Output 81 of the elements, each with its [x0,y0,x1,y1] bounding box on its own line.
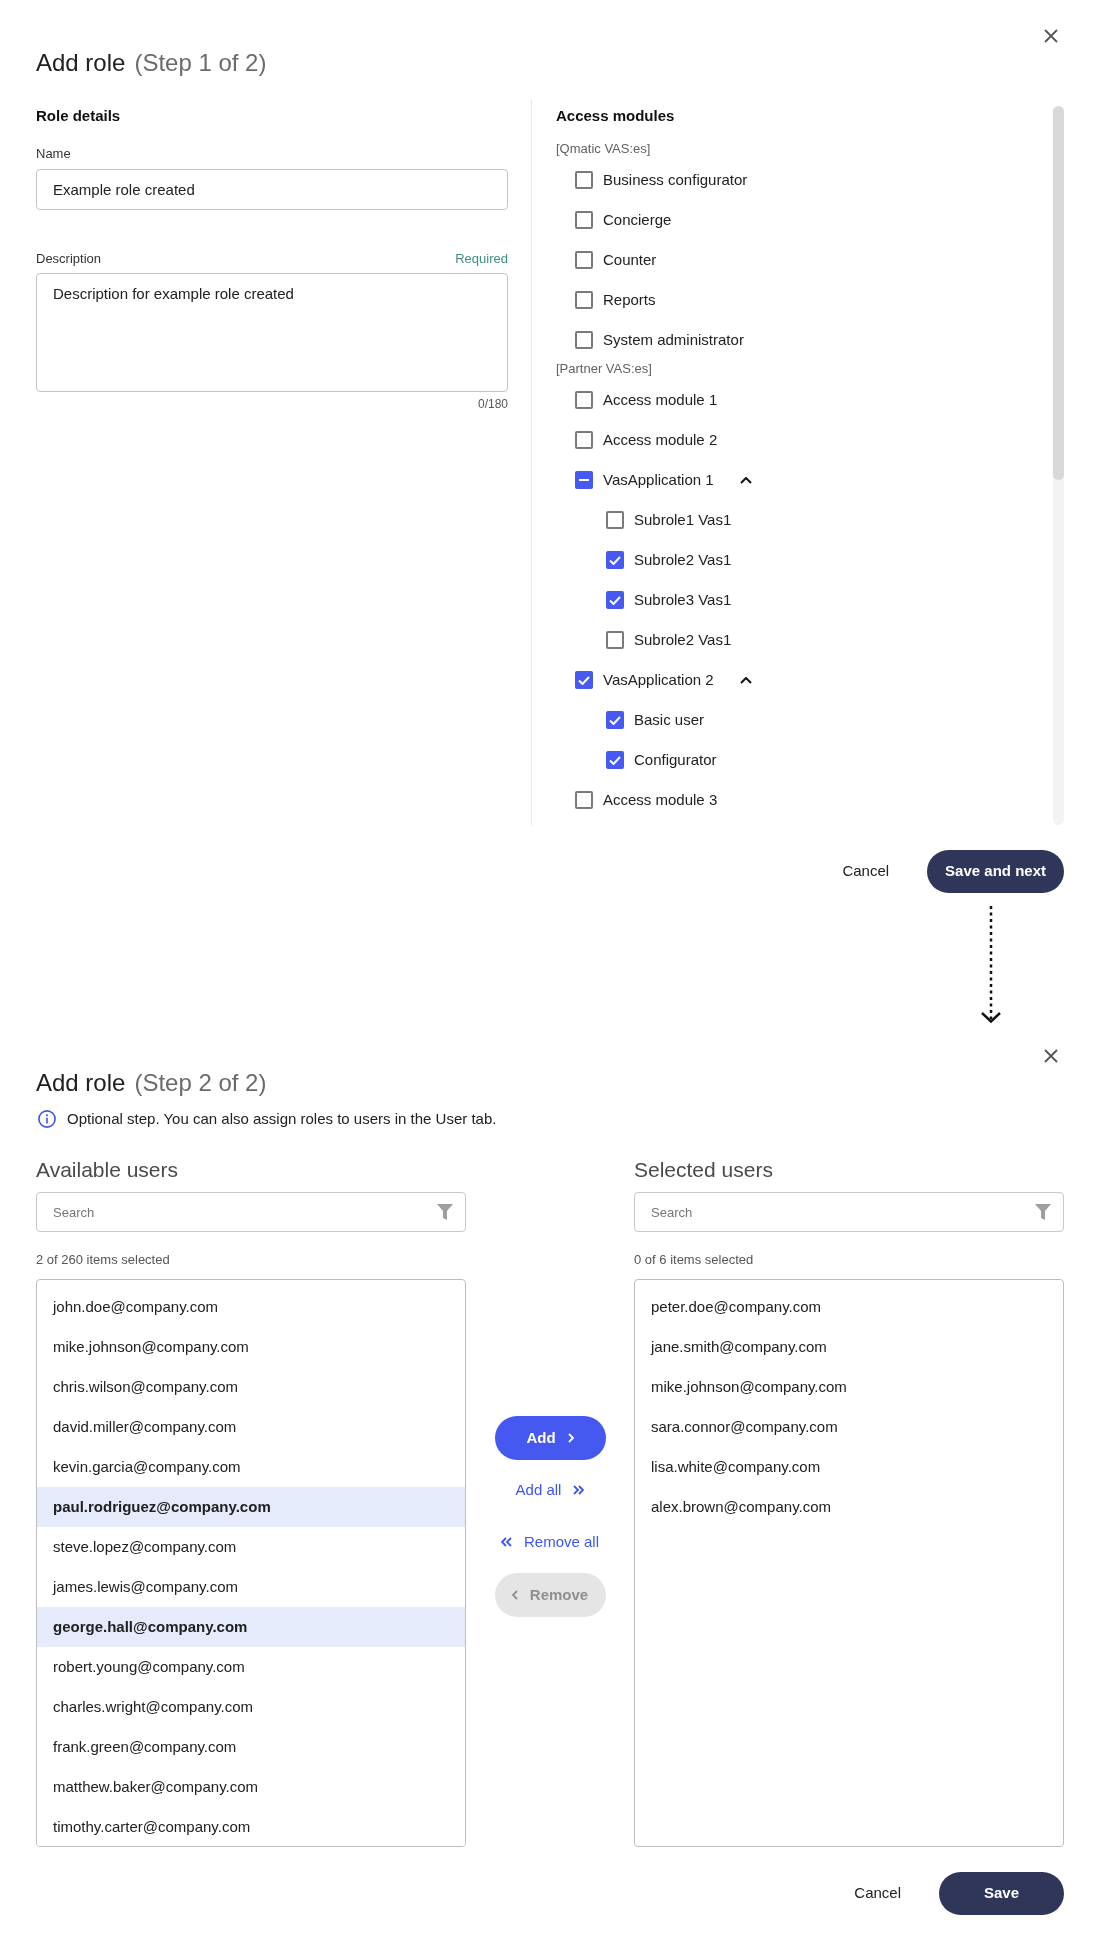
checkbox[interactable] [606,511,624,529]
checkbox[interactable] [575,291,593,309]
cancel-button[interactable]: Cancel [826,850,906,893]
module-label: Subrole2 Vas1 [634,549,732,570]
dialog-title: Add role [36,1068,126,1098]
checkbox[interactable] [575,471,593,489]
module-label: Concierge [603,209,672,230]
checkbox[interactable] [575,431,593,449]
column-heading: Selected users [634,1157,774,1183]
close-icon[interactable] [1044,1049,1058,1063]
checkbox[interactable] [575,211,593,229]
character-counter: 0/180 [477,396,508,412]
checkbox[interactable] [575,171,593,189]
checkbox[interactable] [606,631,624,649]
checkbox[interactable] [606,551,624,569]
module-label: System administrator [603,329,744,350]
module-label: Access module 2 [603,429,718,450]
name-input[interactable]: Example role created [36,169,508,210]
selection-count: 2 of 260 items selected [36,1251,171,1269]
module-label: Configurator [634,749,717,770]
checkmark-icon [609,555,621,565]
dash-icon [579,479,589,481]
cancel-button[interactable]: Cancel [838,1872,917,1915]
checkmark-icon [609,755,621,765]
module-label: VasApplication 1 [603,469,714,490]
description-textarea[interactable]: Description for example role created [36,273,508,392]
checkbox[interactable] [575,331,593,349]
module-label: Access module 1 [603,389,718,410]
search-input[interactable]: Search [36,1192,466,1232]
scrollbar-thumb[interactable] [1053,106,1064,480]
module-label: Business configurator [603,169,748,190]
checkbox[interactable] [575,671,593,689]
close-icon[interactable] [1044,29,1058,43]
module-label: Basic user [634,709,705,730]
chevron-left-icon [511,1590,518,1600]
module-label: Subrole1 Vas1 [634,509,732,530]
checkbox[interactable] [606,751,624,769]
module-label: Access module 3 [603,789,718,810]
checkbox[interactable] [606,591,624,609]
module-label: Reports [603,289,656,310]
chevron-right-icon [567,1433,574,1443]
info-icon [38,1110,56,1128]
search-input[interactable]: Search [634,1192,1064,1232]
step-indicator: (Step 1 of 2) [134,48,267,78]
module-label: Subrole2 Vas1 [634,629,732,650]
checkbox[interactable] [575,391,593,409]
user-list-item[interactable]: george.hall@company.com [37,1607,465,1647]
transfer-button[interactable]: Add [494,1416,606,1460]
double-chevron-right-icon [573,1485,585,1495]
primary-button[interactable]: Save [939,1872,1064,1915]
primary-button[interactable]: Save and next [927,850,1064,893]
chevron-up-icon[interactable] [739,476,752,484]
filter-icon[interactable] [1035,1204,1051,1220]
checkbox[interactable] [575,251,593,269]
chevron-up-icon[interactable] [739,676,752,684]
field-label: Description [36,250,102,268]
module-label: Subrole3 Vas1 [634,589,732,610]
module-label: Counter [603,249,657,270]
transfer-link[interactable]: Remove all [497,1530,603,1554]
module-label: VasApplication 2 [603,669,714,690]
selection-count: 0 of 6 items selected [634,1251,755,1269]
double-chevron-left-icon [501,1537,512,1547]
column-heading: Available users [36,1157,180,1183]
required-note: Required [455,250,508,268]
group-label: [Partner VAS:es] [556,360,653,378]
group-label: [Qmatic VAS:es] [556,140,652,158]
step-indicator: (Step 2 of 2) [134,1068,267,1098]
field-label: Name [36,145,72,163]
checkmark-icon [609,595,621,605]
section-heading: Role details [36,106,122,126]
transfer-link[interactable]: Add all [511,1478,589,1502]
scrollbar-track[interactable] [1053,106,1064,825]
checkbox[interactable] [606,711,624,729]
checkmark-icon [578,675,590,685]
checkbox[interactable] [575,791,593,809]
section-heading: Access modules [556,106,676,126]
user-list-item[interactable]: paul.rodriguez@company.com [37,1487,465,1527]
dialog-title: Add role [36,48,126,78]
info-message: Optional step. You can also assign roles to users in the User tab. [67,1109,497,1129]
filter-icon[interactable] [437,1204,453,1220]
checkmark-icon [609,715,621,725]
